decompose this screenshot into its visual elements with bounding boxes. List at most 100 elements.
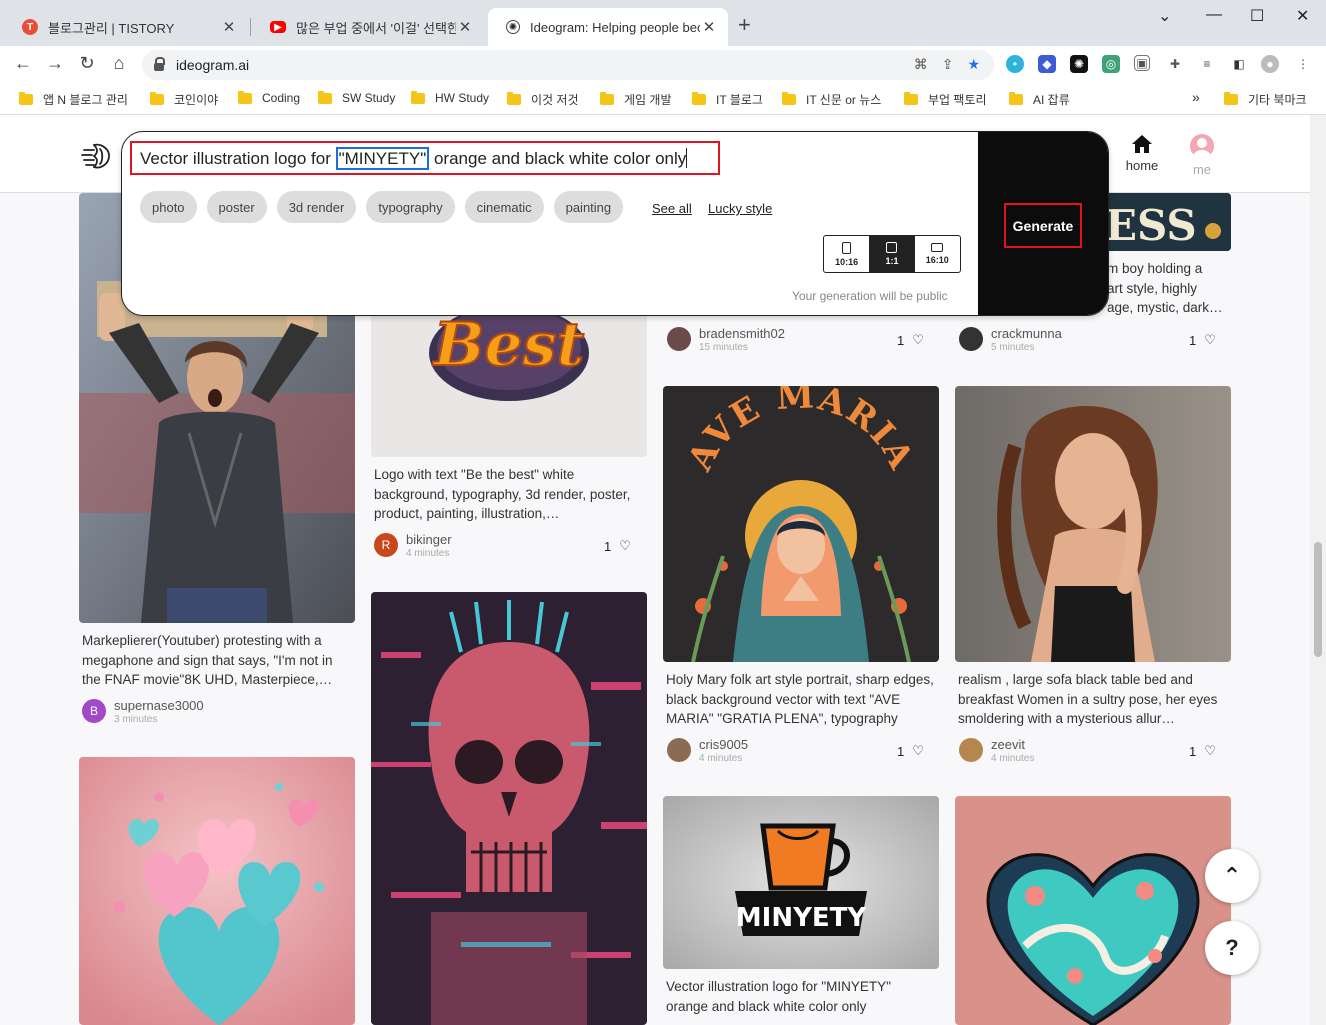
close-icon[interactable]: ✕	[456, 18, 474, 36]
generate-button[interactable]: Generate	[1004, 203, 1082, 248]
side-panel-icon[interactable]: ◧	[1230, 55, 1248, 73]
card-description: Logo with text "Be the best" white backg…	[374, 467, 631, 521]
like-button[interactable]: 1 ♡	[897, 332, 924, 348]
folder-icon	[150, 92, 164, 105]
scrollbar-thumb[interactable]	[1314, 542, 1322, 657]
bookmark-label: IT 신문 or 뉴스	[806, 93, 882, 107]
chatgpt-icon[interactable]: ✺	[1070, 55, 1088, 73]
other-bookmarks[interactable]: 기타 북마크	[1224, 91, 1307, 108]
card-image-ave-maria[interactable]: AVE MARIA	[663, 386, 939, 662]
nav-home[interactable]: home	[1120, 134, 1164, 173]
card-image-hearts[interactable]	[79, 757, 355, 1025]
like-count: 1	[897, 743, 905, 759]
ideogram-logo-icon[interactable]	[80, 140, 112, 172]
see-all-link[interactable]: See all	[652, 201, 692, 216]
extensions-icon[interactable]: ✚	[1166, 55, 1184, 73]
chip-cinematic[interactable]: cinematic	[464, 191, 544, 223]
card-image-minyety-logo[interactable]: MINYETY	[663, 796, 939, 969]
like-button[interactable]: 1 ♡	[1189, 743, 1216, 759]
tab-tistory[interactable]: T 블로그관리 | TISTORY ✕	[4, 8, 248, 46]
author-initial: B	[89, 704, 98, 718]
extension-chat-icon[interactable]: •	[1006, 55, 1024, 73]
chip-poster[interactable]: poster	[206, 191, 267, 223]
close-window-button[interactable]: ✕	[1296, 6, 1309, 26]
card-author[interactable]: R bikinger 4 minutes	[374, 533, 452, 560]
prompt-input[interactable]: Vector illustration logo for "MINYETY" o…	[130, 141, 720, 175]
bookmark-folder[interactable]: 부업 팩토리	[904, 91, 987, 108]
lucky-style-link[interactable]: Lucky style	[708, 201, 772, 216]
close-icon[interactable]: ✕	[220, 18, 238, 36]
tab-separator	[250, 18, 251, 36]
card-author[interactable]: B supernase3000 3 minutes	[82, 699, 204, 726]
bookmark-folder[interactable]: 이것 저것	[507, 91, 579, 108]
author-avatar	[667, 327, 691, 351]
minyety-logo-text: MINYETY	[736, 903, 868, 933]
share-icon[interactable]: ⇪	[942, 56, 954, 73]
close-icon[interactable]: ✕	[700, 18, 718, 36]
address-bar[interactable]: ideogram.ai ⌘ ⇪ ★	[142, 50, 994, 80]
extension-puzzle-color-icon[interactable]: ◆	[1038, 55, 1056, 73]
bookmark-folder[interactable]: IT 블로그	[692, 91, 763, 108]
forward-button[interactable]: →	[43, 53, 67, 74]
nav-me[interactable]: me	[1182, 134, 1222, 177]
bookmark-label: 게임 개발	[624, 93, 672, 107]
bookmark-folder[interactable]: HW Study	[411, 90, 489, 105]
author-name: bradensmith02	[699, 326, 785, 341]
like-button[interactable]: 1 ♡	[897, 743, 924, 759]
prompt-text-end: orange and black white color only	[429, 149, 687, 168]
bookmark-folder[interactable]: AI 잡류	[1009, 91, 1070, 108]
chip-photo[interactable]: photo	[140, 191, 197, 223]
author-avatar: R	[374, 533, 398, 557]
home-icon[interactable]: ⌂	[107, 53, 131, 74]
reload-button[interactable]: ↻	[75, 53, 99, 74]
tab-search-icon[interactable]: ⌄	[1158, 6, 1171, 26]
page-scrollbar[interactable]	[1310, 115, 1326, 1025]
screenshot-icon[interactable]: ▣	[1134, 55, 1150, 71]
card-image-woman-portrait[interactable]	[955, 386, 1231, 662]
bookmarks-overflow[interactable]: »	[1192, 89, 1200, 105]
bookmark-folder[interactable]: SW Study	[318, 90, 395, 105]
maximize-button[interactable]: ☐	[1250, 6, 1264, 26]
author-name: bikinger	[406, 532, 452, 547]
like-button[interactable]: 1 ♡	[1189, 332, 1216, 348]
tab-youtube[interactable]: ▶ 많은 부업 중에서 '이걸' 선택한 ✕	[252, 8, 484, 46]
bookmark-folder[interactable]: 게임 개발	[600, 91, 672, 108]
bookmark-label: AI 잡류	[1033, 93, 1070, 107]
post-time: 4 minutes	[699, 753, 743, 764]
like-button[interactable]: 1 ♡	[604, 538, 631, 554]
card-author[interactable]: cris9005 4 minutes	[667, 738, 748, 765]
prompt-text: Vector illustration logo for "MINYETY" o…	[140, 147, 688, 170]
chip-typography[interactable]: typography	[366, 191, 455, 223]
translate-icon[interactable]: ⌘	[914, 56, 928, 73]
ratio-10-16[interactable]: 10:16	[824, 236, 869, 272]
bookmark-folder[interactable]: 코인이야	[150, 91, 218, 108]
chip-3d-render[interactable]: 3d render	[276, 191, 357, 223]
ratio-16-10[interactable]: 16:10	[915, 236, 960, 272]
new-tab-button[interactable]: +	[738, 12, 751, 38]
menu-kebab-icon[interactable]: ⋮	[1294, 55, 1312, 73]
scroll-top-button[interactable]: ⌃	[1205, 849, 1259, 903]
card-author[interactable]: crackmunna 5 minutes	[959, 327, 1062, 354]
tab-ideogram[interactable]: ✺ Ideogram: Helping people beco ✕	[488, 8, 728, 46]
card-image-glitch-skull[interactable]	[371, 592, 647, 1025]
home-icon	[1132, 135, 1152, 153]
bookmark-folder[interactable]: IT 신문 or 뉴스	[782, 91, 881, 108]
bookmark-folder[interactable]: Coding	[238, 90, 300, 105]
reading-list-icon[interactable]: ≡	[1198, 55, 1216, 73]
card-author[interactable]: bradensmith02 15 minutes	[667, 327, 785, 354]
card-image-wave-heart[interactable]	[955, 796, 1231, 1025]
profile-icon[interactable]: ●	[1261, 55, 1279, 73]
chip-painting[interactable]: painting	[553, 191, 624, 223]
extension-green-icon[interactable]: ◎	[1102, 55, 1120, 73]
author-name: crackmunna	[991, 326, 1062, 341]
help-button[interactable]: ?	[1205, 921, 1259, 975]
bookmark-folder[interactable]: 앱 N 블로그 관리	[19, 91, 128, 108]
bookmark-star-icon[interactable]: ★	[967, 56, 980, 73]
ratio-1-1[interactable]: 1:1	[869, 236, 915, 272]
ratio-label: 1:1	[885, 256, 899, 266]
back-button[interactable]: ←	[11, 53, 35, 74]
public-notice: Your generation will be public	[792, 289, 948, 303]
card-author[interactable]: zeevit 4 minutes	[959, 738, 1034, 765]
lock-icon[interactable]	[154, 57, 165, 71]
minimize-button[interactable]: —	[1206, 6, 1222, 24]
